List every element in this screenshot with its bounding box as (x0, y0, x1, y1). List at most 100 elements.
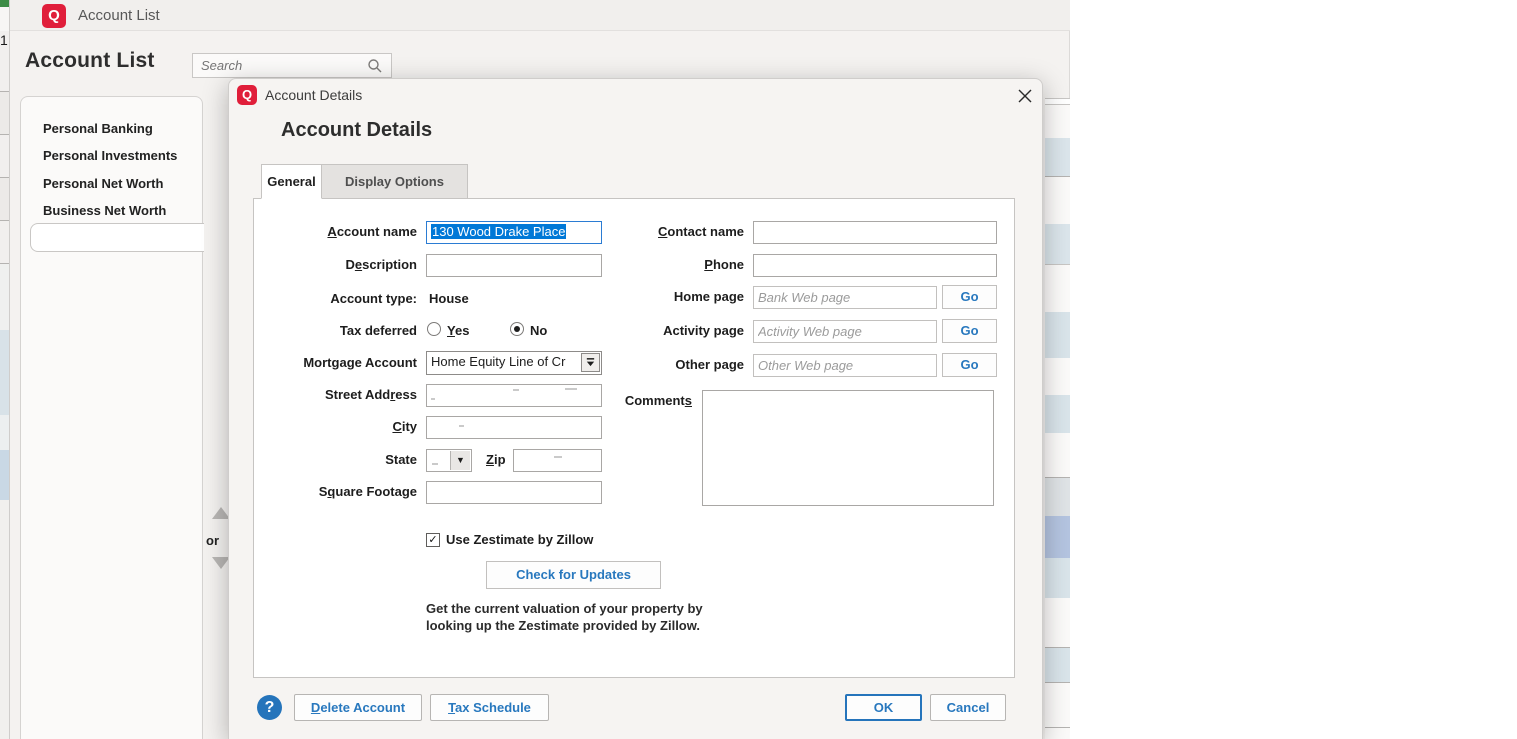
check-for-updates-button[interactable]: Check for Updates (486, 561, 661, 589)
decor-stripe (1045, 265, 1070, 312)
decor-stripe (1045, 433, 1070, 477)
decor-stripe (0, 0, 9, 7)
other-page-label: Other page (675, 357, 744, 372)
other-page-go-button[interactable]: Go (942, 353, 997, 377)
tab-display-options[interactable]: Display Options (322, 164, 468, 199)
sidebar-item-personal-net-worth[interactable]: Personal Net Worth (21, 170, 202, 197)
tax-deferred-no-radio[interactable] (510, 322, 524, 336)
redaction-artifact (431, 398, 435, 400)
decor-stripe (1045, 598, 1070, 647)
search-icon (368, 59, 382, 73)
account-rows-sliver (1045, 0, 1070, 739)
decor-stripe (0, 7, 9, 31)
selected-text: 130 Wood Drake Place (431, 224, 567, 239)
dialog-titlebar: Q Account Details (229, 79, 1042, 111)
phone-field[interactable] (753, 254, 997, 277)
zestimate-info-line1: Get the current valuation of your proper… (426, 601, 703, 616)
state-label: State (385, 452, 417, 467)
decor-stripe (0, 178, 9, 220)
sidebar-item-personal-investments[interactable]: Personal Investments (21, 142, 202, 169)
sidebar-item-all-accounts[interactable]: All Accounts (30, 223, 204, 252)
cancel-button[interactable]: Cancel (930, 694, 1006, 721)
decor-stripe (0, 92, 9, 134)
window-title: Account List (78, 7, 160, 24)
state-combo[interactable]: ▼ (426, 449, 472, 472)
quicken-logo-icon: Q (237, 85, 257, 105)
redaction-artifact (459, 425, 464, 427)
home-page-go-button[interactable]: Go (942, 285, 997, 309)
city-field[interactable] (426, 416, 602, 439)
dialog-heading: Account Details (281, 119, 433, 141)
zip-field[interactable] (513, 449, 602, 472)
description-label: Description (345, 257, 417, 272)
tab-general[interactable]: General (261, 164, 322, 199)
decor-stripe (0, 330, 9, 415)
zestimate-checkbox[interactable]: ✓ (426, 533, 440, 547)
sidebar-item-business-net-worth[interactable]: Business Net Worth (21, 197, 202, 224)
general-tab-panel: Account name 130 Wood Drake Place Descri… (253, 198, 1015, 678)
decor-stripe (0, 135, 9, 177)
account-name-label: Account name (327, 224, 417, 239)
contact-name-label: Contact name (658, 224, 744, 239)
decor-stripe (0, 415, 9, 450)
delete-account-button[interactable]: Delete Account (294, 694, 422, 721)
activity-page-label: Activity page (663, 323, 744, 338)
mortgage-account-value: Home Equity Line of Cr (431, 354, 566, 369)
zestimate-info-text: Get the current valuation of your proper… (426, 600, 703, 634)
mortgage-account-combo[interactable]: Home Equity Line of Cr (426, 351, 602, 375)
zestimate-checkbox-label[interactable]: Use Zestimate by Zillow (446, 532, 593, 547)
decor-stripe (0, 500, 9, 739)
search-input[interactable] (201, 56, 361, 75)
decor-stripe (0, 450, 9, 500)
redaction-artifact (513, 389, 519, 391)
activity-page-go-button[interactable]: Go (942, 319, 997, 343)
window-titlebar: Q Account List (10, 0, 1070, 31)
help-button[interactable]: ? (257, 695, 282, 720)
contact-name-field[interactable] (753, 221, 997, 244)
reorder-or-label: or (206, 533, 219, 548)
home-page-field[interactable] (753, 286, 937, 309)
tax-deferred-yes-radio[interactable] (427, 322, 441, 336)
activity-page-field[interactable] (753, 320, 937, 343)
redaction-artifact (432, 463, 438, 465)
tax-deferred-no-label[interactable]: No (530, 323, 547, 338)
redaction-artifact (554, 456, 562, 458)
comments-field[interactable] (702, 390, 994, 506)
square-footage-field[interactable] (426, 481, 602, 504)
zip-label: Zip (486, 452, 506, 467)
city-label: City (392, 419, 417, 434)
sidebar-item-personal-banking[interactable]: Personal Banking (21, 115, 202, 142)
close-icon[interactable] (1015, 86, 1035, 106)
decor-stripe (1045, 138, 1070, 176)
tax-deferred-yes-label[interactable]: Yes (447, 323, 469, 338)
page-title: Account List (25, 49, 155, 72)
account-type-value: House (429, 291, 469, 306)
decor-stripe (1045, 358, 1070, 395)
account-group-sidebar: Personal Banking Personal Investments Pe… (20, 96, 204, 739)
quicken-logo-icon: Q (42, 4, 66, 28)
tax-schedule-button[interactable]: Tax Schedule (430, 694, 549, 721)
account-name-field[interactable]: 130 Wood Drake Place (426, 221, 602, 244)
sliver-number: 1 (0, 32, 8, 48)
square-footage-label: Square Footage (318, 484, 417, 499)
decor-stripe (1045, 558, 1070, 598)
zestimate-info-line2: looking up the Zestimate provided by Zil… (426, 618, 700, 633)
dialog-title: Account Details (265, 87, 363, 103)
decor-stripe (1045, 728, 1070, 739)
street-address-label: Street Address (324, 387, 417, 402)
ok-button[interactable]: OK (845, 694, 922, 721)
chevron-down-icon[interactable]: ▼ (450, 451, 470, 470)
other-page-field[interactable] (753, 354, 937, 377)
decor-stripe (1045, 224, 1070, 264)
decor-stripe (1045, 516, 1070, 558)
description-field[interactable] (426, 254, 602, 277)
decor-stripe (1045, 312, 1070, 358)
decor-stripe (1045, 395, 1070, 433)
decor-stripe (1045, 478, 1070, 516)
mortgage-account-label: Mortgage Account (303, 355, 417, 370)
phone-label: Phone (704, 257, 744, 272)
search-box[interactable] (192, 53, 392, 78)
decor-stripe (1045, 648, 1070, 682)
street-address-field[interactable] (426, 384, 602, 407)
decor-stripe (1045, 683, 1070, 727)
